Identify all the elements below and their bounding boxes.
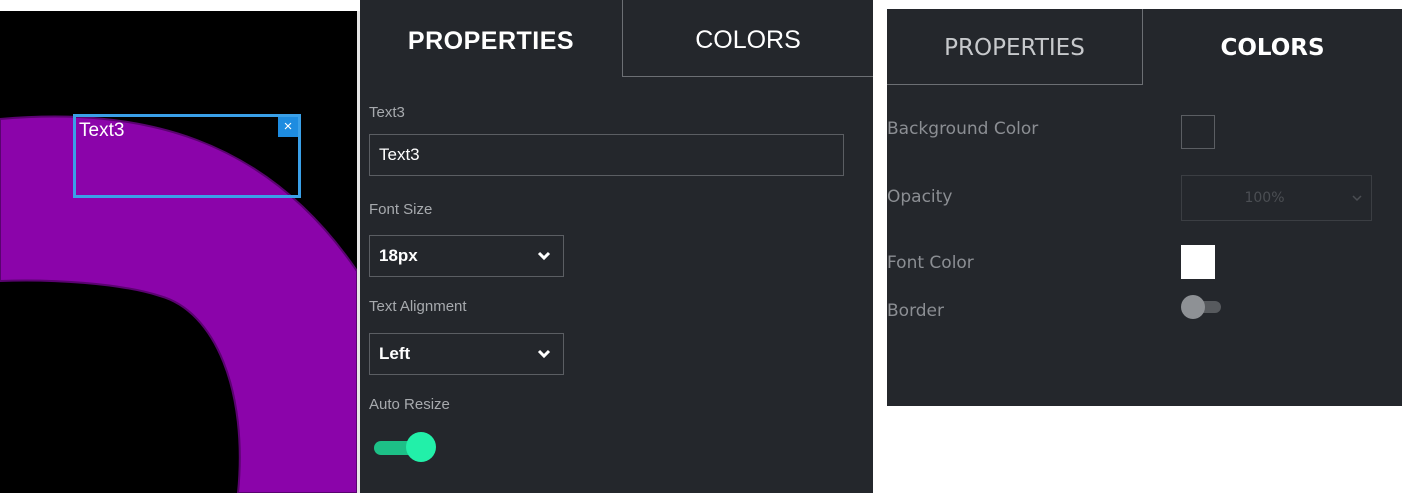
selected-text-element[interactable]: Text3 × (73, 114, 301, 198)
background-color-swatch[interactable] (1181, 115, 1215, 149)
text-alignment-label: Text Alignment (369, 298, 467, 315)
font-size-select[interactable]: 18px (369, 235, 564, 277)
font-color-label: Font Color (887, 253, 974, 273)
text-field-label: Text3 (369, 104, 405, 121)
text-alignment-select[interactable]: Left (369, 333, 564, 375)
font-size-label: Font Size (369, 201, 433, 218)
close-icon[interactable]: × (278, 117, 298, 137)
toggle-knob (406, 432, 436, 462)
tab-colors[interactable]: COLORS (622, 0, 873, 77)
tab-properties[interactable]: PROPERTIES (360, 0, 622, 77)
border-label: Border (887, 301, 944, 321)
font-size-value: 18px (379, 246, 418, 265)
text-element-label: Text3 (79, 120, 125, 141)
tab-colors[interactable]: COLORS (1143, 9, 1402, 85)
opacity-select[interactable]: 100% (1181, 175, 1372, 221)
text-alignment-value: Left (379, 344, 411, 363)
background-color-label: Background Color (887, 119, 1039, 139)
border-toggle[interactable] (1181, 293, 1225, 321)
font-color-swatch[interactable] (1181, 245, 1215, 279)
auto-resize-toggle[interactable] (374, 430, 436, 464)
auto-resize-label: Auto Resize (369, 396, 450, 413)
properties-panel: PROPERTIES COLORS Text3 Text3 Font Size … (360, 0, 873, 493)
design-canvas[interactable]: Text3 × (0, 11, 357, 493)
chevron-down-icon (537, 236, 551, 291)
panel-tabs: PROPERTIES COLORS (360, 0, 873, 77)
colors-panel: PROPERTIES COLORS Background Color Opaci… (887, 9, 1402, 406)
toggle-knob (1181, 295, 1205, 319)
purple-arc-shape (0, 115, 357, 493)
tab-properties[interactable]: PROPERTIES (887, 9, 1143, 85)
text-content-input[interactable]: Text3 (369, 134, 844, 176)
opacity-label: Opacity (887, 187, 953, 207)
chevron-down-icon (1351, 176, 1363, 238)
opacity-value: 100% (1244, 190, 1285, 206)
chevron-down-icon (537, 334, 551, 389)
